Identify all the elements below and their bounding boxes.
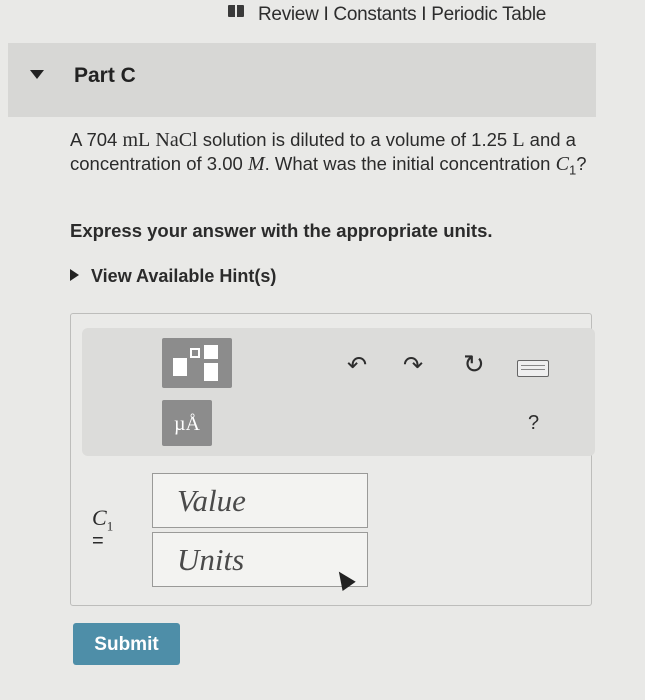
top-bar: Review I Constants I Periodic Table	[0, 0, 645, 36]
collapse-triangle-icon[interactable]	[30, 70, 44, 79]
submit-button[interactable]: Submit	[73, 623, 180, 665]
question-text: A 704 mL NaCl solution is diluted to a v…	[70, 129, 587, 178]
instruction-text: Express your answer with the appropriate…	[70, 220, 493, 241]
book-icon	[228, 5, 244, 17]
review-constants-periodic-links[interactable]: Review I Constants I Periodic Table	[258, 4, 546, 26]
help-button[interactable]: ?	[528, 412, 539, 435]
reset-icon[interactable]: ↻	[463, 349, 485, 380]
part-title: Part C	[74, 64, 136, 87]
value-field[interactable]	[152, 473, 368, 528]
math-toolbar	[82, 328, 595, 456]
part-header[interactable]: Part C	[8, 43, 596, 117]
keyboard-icon[interactable]	[517, 360, 549, 377]
undo-icon[interactable]: ↶	[347, 351, 367, 380]
view-hints-link[interactable]: View Available Hint(s)	[70, 266, 276, 287]
expand-arrow-icon	[70, 269, 79, 281]
equals-sign: =	[92, 530, 104, 552]
units-palette-button[interactable]: µÅ	[162, 400, 212, 446]
value-input[interactable]	[153, 474, 367, 527]
templates-button[interactable]	[162, 338, 232, 388]
redo-icon[interactable]: ↷	[403, 351, 423, 380]
